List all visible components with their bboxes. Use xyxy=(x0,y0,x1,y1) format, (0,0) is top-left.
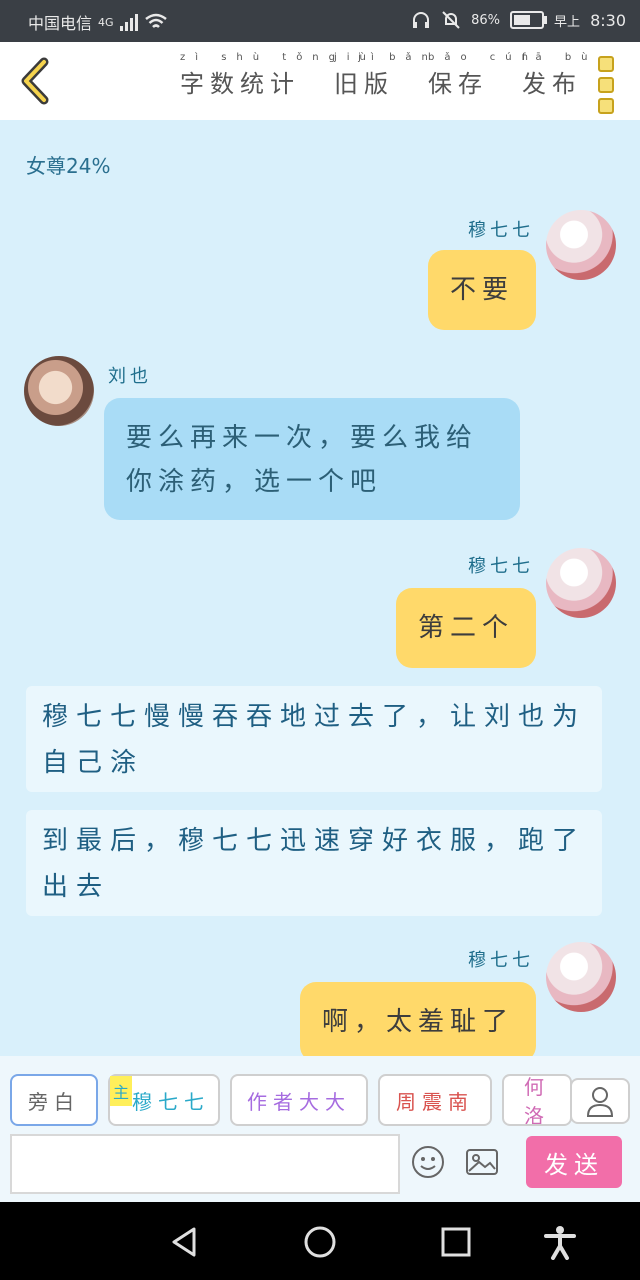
avatar[interactable] xyxy=(24,356,94,426)
speaker-name: 穆七七 xyxy=(468,220,534,241)
avatar[interactable] xyxy=(546,210,616,280)
send-label: 发送 xyxy=(544,1150,604,1179)
accessibility-icon[interactable] xyxy=(542,1224,578,1260)
chip-label: 周震南 xyxy=(396,1089,474,1114)
chip-character[interactable]: 何洛 xyxy=(502,1074,572,1126)
old-version-button[interactable]: jiù bǎn 旧版 xyxy=(334,52,428,99)
avatar[interactable] xyxy=(546,548,616,618)
system-nav-bar xyxy=(0,1202,640,1280)
message-bubble[interactable]: 不要 xyxy=(427,250,536,330)
chip-label: 作者大大 xyxy=(247,1089,351,1114)
save-button[interactable]: bǎo cún 保存 xyxy=(428,52,528,99)
narration-block[interactable]: 穆七七慢慢吞吞地过去了，让刘也为自己涂 xyxy=(26,686,602,792)
chip-label: 何洛 xyxy=(524,1075,550,1126)
chip-label: 旁白 xyxy=(28,1089,80,1114)
send-button[interactable]: 发送 xyxy=(526,1136,622,1188)
chip-author[interactable]: 作者大大 xyxy=(230,1074,368,1126)
speaker-name: 穆七七 xyxy=(468,950,534,971)
save-label: 保存 xyxy=(428,70,488,98)
message-bubble[interactable]: 第二个 xyxy=(395,588,536,668)
speaker-name: 刘也 xyxy=(108,366,152,387)
old-version-pinyin: jiù bǎn xyxy=(334,52,438,63)
publish-button[interactable]: fā bù 发布 xyxy=(522,52,588,99)
battery-icon xyxy=(510,11,548,29)
speaker-name: 穆七七 xyxy=(468,556,534,577)
top-toolbar: zì shù tǒng jì 字数统计 jiù bǎn 旧版 bǎo cún 保… xyxy=(0,42,640,120)
back-chevron-icon[interactable] xyxy=(16,56,56,106)
wifi-icon xyxy=(144,13,167,28)
progress-note: 女尊24% xyxy=(26,154,111,178)
chip-narrator[interactable]: 旁白 xyxy=(10,1074,98,1126)
add-character-button[interactable] xyxy=(570,1078,630,1124)
home-circle-icon[interactable] xyxy=(302,1224,338,1260)
status-bar: 中国电信 4G 86% 早上 8:30 xyxy=(0,0,640,42)
character-chips: 旁白 主 穆七七 作者大大 周震南 何洛 xyxy=(0,1074,572,1126)
main-badge: 主 xyxy=(110,1076,132,1106)
headphone-icon xyxy=(413,12,430,28)
back-triangle-icon[interactable] xyxy=(166,1224,202,1260)
word-count-button[interactable]: zì shù tǒng jì 字数统计 xyxy=(180,52,374,99)
user-icon xyxy=(586,1087,614,1117)
avatar[interactable] xyxy=(546,942,616,1012)
chat-area: 女尊24% 穆七七 不要 刘也 要么再来一次，要么我给你涂药，选一个吧 穆七七 … xyxy=(0,120,640,1056)
mute-bell-icon xyxy=(442,11,460,29)
clock: 8:30 xyxy=(590,10,626,30)
message-bubble[interactable]: 要么再来一次，要么我给你涂药，选一个吧 xyxy=(104,398,520,520)
network-label: 4G xyxy=(98,15,114,29)
narration-block[interactable]: 到最后，穆七七迅速穿好衣服，跑了出去 xyxy=(26,810,602,916)
clock-prefix: 早上 xyxy=(554,14,581,30)
word-count-label: 字数统计 xyxy=(180,70,300,98)
chip-character[interactable]: 主 穆七七 xyxy=(108,1074,220,1126)
chip-character[interactable]: 周震南 xyxy=(378,1074,492,1126)
message-input[interactable] xyxy=(10,1134,400,1194)
old-version-label: 旧版 xyxy=(334,70,394,98)
more-menu-icon[interactable] xyxy=(598,56,614,119)
signal-icon xyxy=(119,13,138,31)
image-icon[interactable] xyxy=(464,1144,500,1180)
chip-label: 穆七七 xyxy=(132,1089,210,1114)
input-panel: 旁白 主 穆七七 作者大大 周震南 何洛 发送 xyxy=(0,1056,640,1202)
battery-percent: 86% xyxy=(471,12,501,28)
recents-square-icon[interactable] xyxy=(438,1224,474,1260)
emoji-icon[interactable] xyxy=(410,1144,446,1180)
publish-pinyin: fā bù xyxy=(522,52,598,63)
carrier-label: 中国电信 xyxy=(28,14,93,33)
publish-label: 发布 xyxy=(522,70,582,98)
message-bubble[interactable]: 啊，太羞耻了 xyxy=(299,982,536,1056)
